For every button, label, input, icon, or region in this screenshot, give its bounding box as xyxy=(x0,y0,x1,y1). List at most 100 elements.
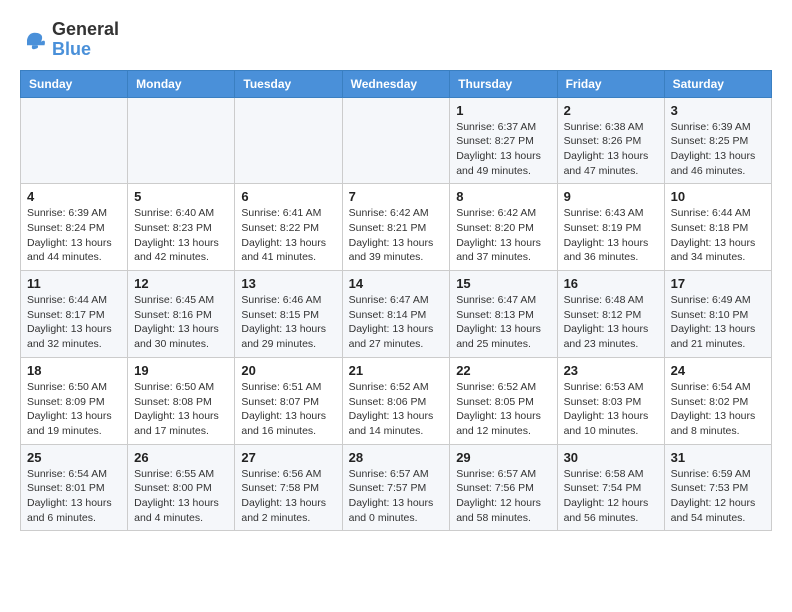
day-number: 24 xyxy=(671,363,765,378)
day-number: 15 xyxy=(456,276,550,291)
day-info: Sunrise: 6:57 AM Sunset: 7:57 PM Dayligh… xyxy=(349,467,444,526)
calendar-cell xyxy=(342,97,450,184)
calendar-cell: 13 Sunrise: 6:46 AM Sunset: 8:15 PM Dayli… xyxy=(235,271,342,358)
day-info: Sunrise: 6:45 AM Sunset: 8:16 PM Dayligh… xyxy=(134,293,228,352)
day-number: 22 xyxy=(456,363,550,378)
day-info: Sunrise: 6:37 AM Sunset: 8:27 PM Dayligh… xyxy=(456,120,550,179)
day-info: Sunrise: 6:51 AM Sunset: 8:07 PM Dayligh… xyxy=(241,380,335,439)
day-number: 13 xyxy=(241,276,335,291)
calendar-cell xyxy=(235,97,342,184)
day-info: Sunrise: 6:50 AM Sunset: 8:09 PM Dayligh… xyxy=(27,380,121,439)
calendar-week-1: 1 Sunrise: 6:37 AM Sunset: 8:27 PM Daylig… xyxy=(21,97,772,184)
calendar-cell: 31Sunrise: 6:59 AM Sunset: 7:53 PM Dayli… xyxy=(664,444,771,531)
day-info: Sunrise: 6:40 AM Sunset: 8:23 PM Dayligh… xyxy=(134,206,228,265)
weekday-header-saturday: Saturday xyxy=(664,70,771,97)
calendar-cell: 6 Sunrise: 6:41 AM Sunset: 8:22 PM Daylig… xyxy=(235,184,342,271)
day-info: Sunrise: 6:53 AM Sunset: 8:03 PM Dayligh… xyxy=(564,380,658,439)
day-number: 6 xyxy=(241,189,335,204)
day-info: Sunrise: 6:44 AM Sunset: 8:18 PM Dayligh… xyxy=(671,206,765,265)
calendar-cell: 3 Sunrise: 6:39 AM Sunset: 8:25 PM Daylig… xyxy=(664,97,771,184)
page-header: General Blue xyxy=(20,20,772,60)
day-number: 14 xyxy=(349,276,444,291)
day-number: 3 xyxy=(671,103,765,118)
day-number: 10 xyxy=(671,189,765,204)
day-number: 1 xyxy=(456,103,550,118)
day-number: 2 xyxy=(564,103,658,118)
day-info: Sunrise: 6:47 AM Sunset: 8:14 PM Dayligh… xyxy=(349,293,444,352)
calendar-cell: 18 Sunrise: 6:50 AM Sunset: 8:09 PM Dayli… xyxy=(21,357,128,444)
weekday-header-sunday: Sunday xyxy=(21,70,128,97)
day-info: Sunrise: 6:42 AM Sunset: 8:21 PM Dayligh… xyxy=(349,206,444,265)
day-number: 18 xyxy=(27,363,121,378)
day-info: Sunrise: 6:59 AM Sunset: 7:53 PM Dayligh… xyxy=(671,467,765,526)
calendar-cell: 11 Sunrise: 6:44 AM Sunset: 8:17 PM Dayli… xyxy=(21,271,128,358)
day-info: Sunrise: 6:46 AM Sunset: 8:15 PM Dayligh… xyxy=(241,293,335,352)
logo: General Blue xyxy=(20,20,119,60)
calendar-week-3: 11 Sunrise: 6:44 AM Sunset: 8:17 PM Dayli… xyxy=(21,271,772,358)
weekday-header-wednesday: Wednesday xyxy=(342,70,450,97)
day-info: Sunrise: 6:44 AM Sunset: 8:17 PM Dayligh… xyxy=(27,293,121,352)
calendar-cell: 29 Sunrise: 6:57 AM Sunset: 7:56 PM Dayli… xyxy=(450,444,557,531)
day-info: Sunrise: 6:39 AM Sunset: 8:25 PM Dayligh… xyxy=(671,120,765,179)
day-info: Sunrise: 6:50 AM Sunset: 8:08 PM Dayligh… xyxy=(134,380,228,439)
day-info: Sunrise: 6:58 AM Sunset: 7:54 PM Dayligh… xyxy=(564,467,658,526)
day-info: Sunrise: 6:43 AM Sunset: 8:19 PM Dayligh… xyxy=(564,206,658,265)
calendar-cell: 25Sunrise: 6:54 AM Sunset: 8:01 PM Dayli… xyxy=(21,444,128,531)
day-info: Sunrise: 6:49 AM Sunset: 8:10 PM Dayligh… xyxy=(671,293,765,352)
day-info: Sunrise: 6:55 AM Sunset: 8:00 PM Dayligh… xyxy=(134,467,228,526)
day-number: 7 xyxy=(349,189,444,204)
calendar-cell: 9 Sunrise: 6:43 AM Sunset: 8:19 PM Daylig… xyxy=(557,184,664,271)
calendar-cell: 24 Sunrise: 6:54 AM Sunset: 8:02 PM Dayli… xyxy=(664,357,771,444)
calendar-cell xyxy=(128,97,235,184)
calendar-cell: 20 Sunrise: 6:51 AM Sunset: 8:07 PM Dayli… xyxy=(235,357,342,444)
calendar-cell: 22 Sunrise: 6:52 AM Sunset: 8:05 PM Dayli… xyxy=(450,357,557,444)
calendar-week-2: 4 Sunrise: 6:39 AM Sunset: 8:24 PM Daylig… xyxy=(21,184,772,271)
day-info: Sunrise: 6:42 AM Sunset: 8:20 PM Dayligh… xyxy=(456,206,550,265)
day-number: 17 xyxy=(671,276,765,291)
calendar-cell: 1 Sunrise: 6:37 AM Sunset: 8:27 PM Daylig… xyxy=(450,97,557,184)
day-info: Sunrise: 6:54 AM Sunset: 8:01 PM Dayligh… xyxy=(27,467,121,526)
day-info: Sunrise: 6:39 AM Sunset: 8:24 PM Dayligh… xyxy=(27,206,121,265)
weekday-header-thursday: Thursday xyxy=(450,70,557,97)
day-number: 4 xyxy=(27,189,121,204)
calendar-week-5: 25Sunrise: 6:54 AM Sunset: 8:01 PM Dayli… xyxy=(21,444,772,531)
calendar-cell: 12 Sunrise: 6:45 AM Sunset: 8:16 PM Dayli… xyxy=(128,271,235,358)
calendar-cell: 4 Sunrise: 6:39 AM Sunset: 8:24 PM Daylig… xyxy=(21,184,128,271)
calendar-cell: 16 Sunrise: 6:48 AM Sunset: 8:12 PM Dayli… xyxy=(557,271,664,358)
day-number: 23 xyxy=(564,363,658,378)
day-info: Sunrise: 6:52 AM Sunset: 8:05 PM Dayligh… xyxy=(456,380,550,439)
calendar-cell: 17 Sunrise: 6:49 AM Sunset: 8:10 PM Dayli… xyxy=(664,271,771,358)
day-number: 12 xyxy=(134,276,228,291)
day-number: 28 xyxy=(349,450,444,465)
logo-icon xyxy=(20,26,48,54)
calendar-cell: 8 Sunrise: 6:42 AM Sunset: 8:20 PM Daylig… xyxy=(450,184,557,271)
calendar-cell xyxy=(21,97,128,184)
day-number: 26 xyxy=(134,450,228,465)
day-number: 20 xyxy=(241,363,335,378)
calendar-cell: 15Sunrise: 6:47 AM Sunset: 8:13 PM Dayli… xyxy=(450,271,557,358)
calendar-cell: 21Sunrise: 6:52 AM Sunset: 8:06 PM Dayli… xyxy=(342,357,450,444)
day-number: 27 xyxy=(241,450,335,465)
weekday-header-monday: Monday xyxy=(128,70,235,97)
calendar-cell: 23 Sunrise: 6:53 AM Sunset: 8:03 PM Dayli… xyxy=(557,357,664,444)
day-info: Sunrise: 6:41 AM Sunset: 8:22 PM Dayligh… xyxy=(241,206,335,265)
logo-text: General Blue xyxy=(52,20,119,60)
calendar-cell: 30Sunrise: 6:58 AM Sunset: 7:54 PM Dayli… xyxy=(557,444,664,531)
day-info: Sunrise: 6:52 AM Sunset: 8:06 PM Dayligh… xyxy=(349,380,444,439)
calendar-cell: 27Sunrise: 6:56 AM Sunset: 7:58 PM Dayli… xyxy=(235,444,342,531)
weekday-header-row: SundayMondayTuesdayWednesdayThursdayFrid… xyxy=(21,70,772,97)
day-number: 29 xyxy=(456,450,550,465)
weekday-header-friday: Friday xyxy=(557,70,664,97)
calendar-week-4: 18 Sunrise: 6:50 AM Sunset: 8:09 PM Dayli… xyxy=(21,357,772,444)
calendar-cell: 14 Sunrise: 6:47 AM Sunset: 8:14 PM Dayli… xyxy=(342,271,450,358)
day-number: 5 xyxy=(134,189,228,204)
day-info: Sunrise: 6:54 AM Sunset: 8:02 PM Dayligh… xyxy=(671,380,765,439)
day-info: Sunrise: 6:57 AM Sunset: 7:56 PM Dayligh… xyxy=(456,467,550,526)
day-number: 16 xyxy=(564,276,658,291)
day-number: 9 xyxy=(564,189,658,204)
day-info: Sunrise: 6:48 AM Sunset: 8:12 PM Dayligh… xyxy=(564,293,658,352)
calendar-cell: 19Sunrise: 6:50 AM Sunset: 8:08 PM Dayli… xyxy=(128,357,235,444)
calendar-cell: 26 Sunrise: 6:55 AM Sunset: 8:00 PM Dayli… xyxy=(128,444,235,531)
day-number: 11 xyxy=(27,276,121,291)
day-number: 8 xyxy=(456,189,550,204)
